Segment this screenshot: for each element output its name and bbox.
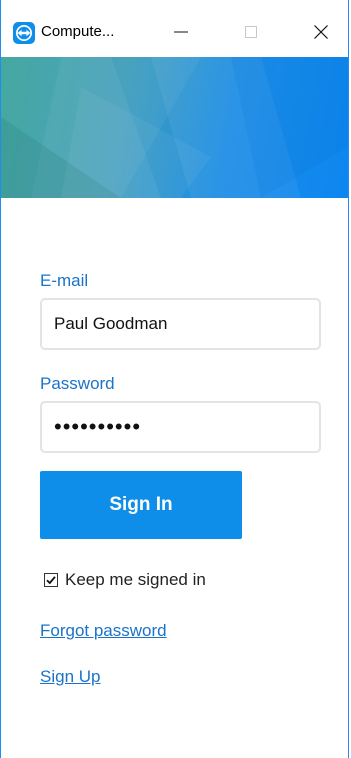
checkmark-icon: [46, 576, 56, 585]
forgot-password-link[interactable]: Forgot password: [40, 621, 167, 641]
email-label: E-mail: [40, 271, 89, 290]
window-title: Compute...: [41, 23, 115, 40]
keep-signed-in-checkbox[interactable]: [44, 573, 58, 587]
login-window: Compute... E-mail Paul Goodman Password …: [0, 0, 349, 758]
title-bar[interactable]: Compute...: [1, 0, 348, 57]
app-logo-icon: [13, 22, 35, 44]
maximize-button[interactable]: [229, 14, 273, 50]
keep-signed-in-label: Keep me signed in: [65, 570, 206, 589]
password-field[interactable]: [40, 401, 321, 453]
email-input[interactable]: [42, 300, 319, 348]
maximize-icon: [245, 26, 257, 38]
keep-signed-in-option[interactable]: Keep me signed in: [44, 569, 206, 591]
close-button[interactable]: [299, 14, 343, 50]
password-label: Password: [40, 374, 115, 393]
email-field[interactable]: [40, 298, 321, 350]
password-input[interactable]: [42, 403, 319, 451]
sign-up-link[interactable]: Sign Up: [40, 667, 100, 687]
sign-in-button[interactable]: Sign In: [40, 471, 242, 539]
close-icon: [314, 25, 328, 39]
header-banner: [1, 57, 348, 198]
minimize-button[interactable]: [159, 14, 203, 50]
minimize-icon: [174, 31, 188, 33]
